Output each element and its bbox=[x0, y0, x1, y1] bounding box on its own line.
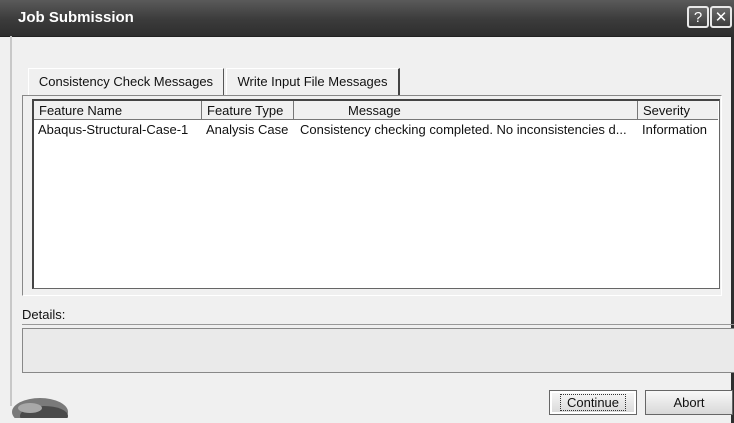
tab-label: Consistency Check Messages bbox=[38, 74, 214, 89]
title-bar: Job Submission ? ✕ bbox=[0, 0, 734, 37]
job-submission-dialog: Job Submission ? ✕ Consistency Check Mes… bbox=[0, 0, 734, 423]
cell-message: Consistency checking completed. No incon… bbox=[300, 122, 627, 137]
cell-severity: Information bbox=[642, 122, 708, 137]
window-frame-left bbox=[10, 36, 12, 406]
column-header-feature-name[interactable]: Feature Name bbox=[34, 101, 202, 120]
list-header: Feature Name Feature Type Message Severi… bbox=[34, 101, 718, 121]
app-logo-icon bbox=[12, 398, 68, 418]
close-button[interactable]: ✕ bbox=[710, 6, 732, 28]
continue-button[interactable]: Continue bbox=[549, 390, 637, 415]
tab-write-input-file-messages[interactable]: Write Input File Messages bbox=[226, 68, 400, 95]
details-divider bbox=[22, 324, 734, 325]
details-field[interactable] bbox=[22, 328, 734, 373]
column-header-severity[interactable]: Severity bbox=[638, 101, 718, 120]
column-header-feature-type[interactable]: Feature Type bbox=[202, 101, 294, 120]
details-label: Details: bbox=[22, 307, 66, 322]
abort-button[interactable]: Abort bbox=[645, 390, 733, 415]
column-header-message[interactable]: Message bbox=[294, 101, 638, 120]
tab-label: Write Input File Messages bbox=[237, 74, 388, 89]
cell-feature-type: Analysis Case bbox=[206, 122, 289, 137]
window-title: Job Submission bbox=[18, 9, 134, 26]
cell-feature-name: Abaqus-Structural-Case-1 bbox=[38, 122, 189, 137]
tab-consistency-check-messages[interactable]: Consistency Check Messages bbox=[28, 68, 224, 95]
continue-button-label: Continue bbox=[559, 394, 627, 411]
close-icon: ✕ bbox=[714, 9, 728, 26]
messages-list[interactable]: Feature Name Feature Type Message Severi… bbox=[32, 99, 720, 289]
help-button[interactable]: ? bbox=[687, 6, 709, 28]
list-item[interactable]: Abaqus-Structural-Case-1 Analysis Case C… bbox=[34, 121, 718, 139]
help-icon: ? bbox=[693, 9, 703, 26]
